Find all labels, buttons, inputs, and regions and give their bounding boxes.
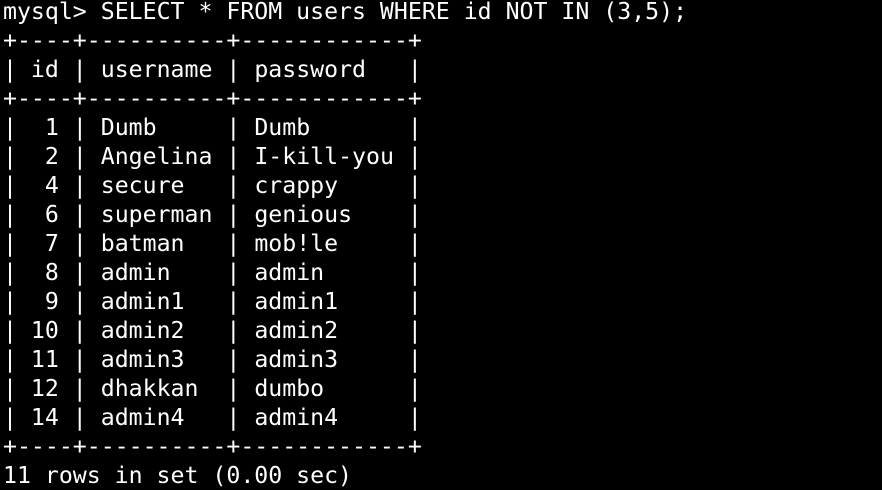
cell-id: 10 (30, 317, 59, 344)
terminal-window[interactable]: mysql> SELECT * FROM users WHERE id NOT … (0, 0, 882, 489)
cell-id: 8 (44, 259, 59, 286)
header-id: id (30, 56, 59, 83)
cell-password: admin4 (254, 404, 339, 431)
cell-password: I-kill-you (254, 143, 394, 170)
cell-password: genious (254, 201, 353, 228)
table-row: | 8 | admin | admin | (3, 259, 422, 286)
table-row: | 4 | secure | crappy | (3, 172, 422, 199)
cell-password: admin2 (254, 317, 339, 344)
cell-id: 14 (30, 404, 59, 431)
cell-username: dhakkan (100, 375, 199, 402)
cell-username: admin (100, 259, 171, 286)
cell-id: 4 (44, 172, 59, 199)
cell-password: dumbo (254, 375, 325, 402)
table-border-header: +----+----------+------------+ (3, 85, 422, 112)
table-header-row: | id | username | password | (3, 56, 422, 83)
table-border-bottom: +----+----------+------------+ (3, 433, 422, 460)
table-row: | 2 | Angelina | I-kill-you | (3, 143, 422, 170)
cell-id: 7 (44, 230, 59, 257)
cell-username: batman (100, 230, 185, 257)
header-username: username (100, 56, 213, 83)
cell-password: crappy (254, 172, 339, 199)
prompt: mysql> (3, 0, 87, 25)
cell-password: admin3 (254, 346, 339, 373)
table-row: | 1 | Dumb | Dumb | (3, 114, 422, 141)
cell-username: admin2 (100, 317, 185, 344)
header-password: password (254, 56, 366, 83)
cell-username: admin3 (100, 346, 185, 373)
cell-id: 9 (44, 288, 59, 315)
sql-command: SELECT * FROM users WHERE id NOT IN (3,5… (100, 0, 688, 25)
table-row: | 6 | superman | genious | (3, 201, 422, 228)
cell-password: Dumb (254, 114, 311, 141)
cell-id: 6 (44, 201, 59, 228)
cell-id: 12 (30, 375, 59, 402)
cell-password: mob!le (254, 230, 339, 257)
table-row: | 14 | admin4 | admin4 | (3, 404, 422, 431)
table-border-top: +----+----------+------------+ (3, 27, 422, 54)
cell-username: admin1 (100, 288, 185, 315)
cell-id: 1 (44, 114, 59, 141)
cell-username: Angelina (100, 143, 213, 170)
cell-password: admin (254, 259, 325, 286)
result-summary: 11 rows in set (0.00 sec) (3, 462, 353, 489)
cell-username: superman (100, 201, 213, 228)
cell-id: 11 (30, 346, 59, 373)
cell-password: admin1 (254, 288, 339, 315)
table-row: | 12 | dhakkan | dumbo | (3, 375, 422, 402)
cell-username: Dumb (100, 114, 157, 141)
table-row: | 9 | admin1 | admin1 | (3, 288, 422, 315)
table-row: | 10 | admin2 | admin2 | (3, 317, 422, 344)
cell-username: admin4 (100, 404, 185, 431)
cell-username: secure (100, 172, 185, 199)
command-line: mysql> SELECT * FROM users WHERE id NOT … (3, 0, 687, 26)
cell-id: 2 (44, 143, 59, 170)
table-row: | 7 | batman | mob!le | (3, 230, 422, 257)
table-row: | 11 | admin3 | admin3 | (3, 346, 422, 373)
